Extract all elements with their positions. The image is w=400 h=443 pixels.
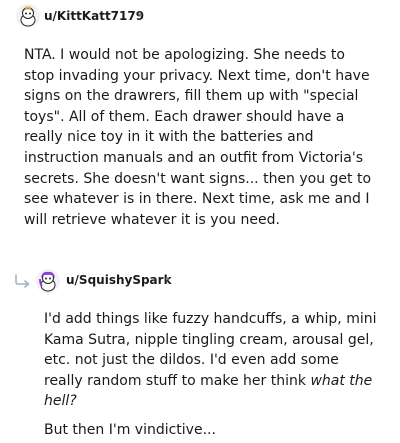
snoo-avatar-icon [36, 269, 60, 293]
reply-arrow-icon [15, 274, 30, 288]
meta-separator: • [164, 273, 171, 286]
user-avatar[interactable] [36, 269, 60, 293]
comment-paragraph: But then I'm vindictive... [44, 421, 216, 438]
comment-body: I'd add things like fuzzy handcuffs, a w… [44, 309, 379, 441]
snoo-avatar-icon [16, 4, 40, 28]
user-avatar[interactable] [16, 4, 40, 28]
username[interactable]: u/SquishySpark [66, 273, 172, 287]
comment-paragraph: I'd add things like fuzzy handcuffs, a w… [44, 309, 379, 412]
comment-paragraph: NTA. I would not be apologizing. She nee… [24, 47, 372, 228]
username[interactable]: u/KittKatt7179 [44, 9, 144, 23]
meta-separator: • [137, 9, 144, 22]
comment-body: NTA. I would not be apologizing. She nee… [24, 45, 376, 230]
